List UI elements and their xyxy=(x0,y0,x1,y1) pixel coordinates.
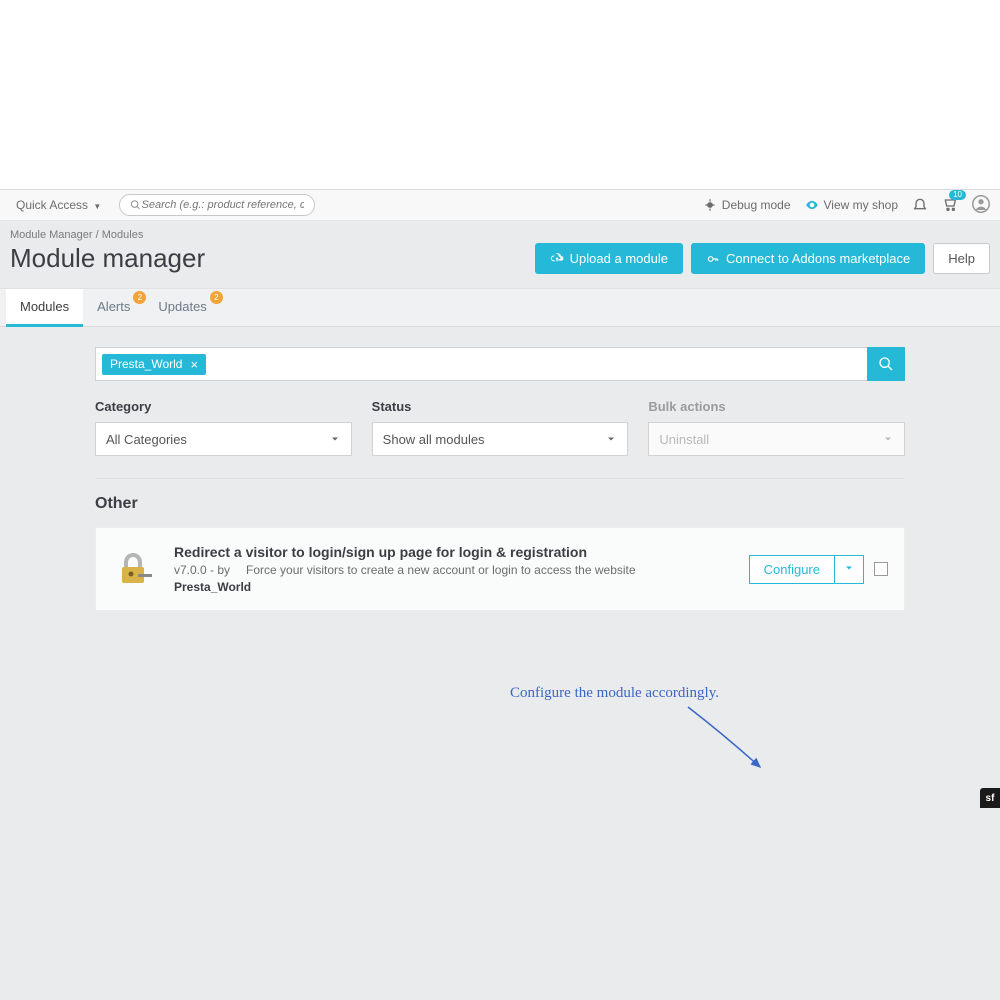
updates-count-badge: 2 xyxy=(210,291,223,304)
filter-category-label: Category xyxy=(95,399,352,414)
module-version: v7.0.0 - by xyxy=(174,563,230,577)
module-meta: v7.0.0 - by Force your visitors to creat… xyxy=(174,563,749,577)
bell-icon xyxy=(912,196,928,212)
app-window: Quick Access ▼ Debug mode View my shop 1… xyxy=(0,189,1000,1000)
eye-icon xyxy=(805,198,819,212)
global-search[interactable] xyxy=(119,194,315,216)
annotation-arrow-icon xyxy=(668,699,778,779)
module-search-button[interactable] xyxy=(867,347,905,381)
separator xyxy=(95,478,905,479)
module-description: Force your visitors to create a new acco… xyxy=(246,563,636,577)
category-select[interactable]: All Categories xyxy=(95,422,352,456)
quick-access-menu[interactable]: Quick Access ▼ xyxy=(10,198,107,212)
page-title: Module manager xyxy=(10,243,205,274)
notifications-button[interactable] xyxy=(912,196,928,215)
cart-button[interactable]: 10 xyxy=(942,196,958,215)
title-actions: Upload a module Connect to Addons market… xyxy=(535,243,990,274)
help-label: Help xyxy=(948,251,975,266)
chip-remove-icon[interactable]: × xyxy=(190,357,198,372)
tab-modules-label: Modules xyxy=(20,299,69,314)
debug-mode-label: Debug mode xyxy=(722,198,791,212)
addons-label: Connect to Addons marketplace xyxy=(726,251,910,266)
configure-label: Configure xyxy=(764,562,820,577)
lock-icon xyxy=(114,549,154,589)
quick-access-label: Quick Access xyxy=(16,198,88,212)
bulk-value: Uninstall xyxy=(659,432,709,447)
module-select-checkbox[interactable] xyxy=(874,562,888,576)
symfony-badge[interactable]: sf xyxy=(980,788,1000,808)
profile-button[interactable] xyxy=(972,195,990,216)
breadcrumb: Module Manager / Modules xyxy=(0,221,1000,243)
avatar-icon xyxy=(972,195,990,213)
tab-modules[interactable]: Modules xyxy=(6,289,83,327)
bug-icon xyxy=(703,198,717,212)
topbar: Quick Access ▼ Debug mode View my shop 1… xyxy=(0,189,1000,221)
chevron-down-icon xyxy=(843,562,855,574)
chevron-down-icon xyxy=(882,433,894,445)
category-value: All Categories xyxy=(106,432,187,447)
global-search-input[interactable] xyxy=(142,199,305,211)
filter-bulk-label: Bulk actions xyxy=(648,399,905,414)
tab-alerts-label: Alerts xyxy=(97,299,130,314)
filter-category: Category All Categories xyxy=(95,399,352,456)
section-title: Other xyxy=(95,495,905,513)
filter-status: Status Show all modules xyxy=(372,399,629,456)
annotation-text: Configure the module accordingly. xyxy=(510,685,719,702)
tab-alerts[interactable]: Alerts 2 xyxy=(83,289,144,326)
breadcrumb-a[interactable]: Module Manager xyxy=(10,229,93,241)
search-icon xyxy=(878,356,894,372)
search-icon xyxy=(130,199,141,211)
cloud-upload-icon xyxy=(550,252,564,266)
configure-dropdown-button[interactable] xyxy=(835,555,864,584)
tab-updates[interactable]: Updates 2 xyxy=(144,289,220,326)
module-card: Redirect a visitor to login/sign up page… xyxy=(95,527,905,611)
search-chip-label: Presta_World xyxy=(110,357,182,371)
chevron-down-icon xyxy=(605,433,617,445)
cart-badge: 10 xyxy=(949,190,966,200)
main-content: Presta_World × Category All Categories S… xyxy=(0,327,1000,611)
configure-button-group: Configure xyxy=(749,555,864,584)
module-title: Redirect a visitor to login/sign up page… xyxy=(174,544,749,560)
upload-label: Upload a module xyxy=(570,251,668,266)
key-icon xyxy=(706,252,720,266)
title-row: Module manager Upload a module Connect t… xyxy=(0,243,1000,288)
breadcrumb-b[interactable]: Modules xyxy=(102,229,144,241)
tabs: Modules Alerts 2 Updates 2 xyxy=(0,288,1000,327)
help-button[interactable]: Help xyxy=(933,243,990,274)
module-search-row: Presta_World × xyxy=(95,347,905,381)
debug-mode-link[interactable]: Debug mode xyxy=(703,198,791,212)
module-body: Redirect a visitor to login/sign up page… xyxy=(174,544,749,594)
connect-addons-button[interactable]: Connect to Addons marketplace xyxy=(691,243,925,274)
topbar-right: Debug mode View my shop 10 xyxy=(703,195,990,216)
filters: Category All Categories Status Show all … xyxy=(95,399,905,456)
caret-down-icon: ▼ xyxy=(93,202,101,211)
status-value: Show all modules xyxy=(383,432,485,447)
configure-button[interactable]: Configure xyxy=(749,555,835,584)
module-actions: Configure xyxy=(749,555,888,584)
module-icon xyxy=(112,547,156,591)
view-shop-label: View my shop xyxy=(824,198,898,212)
filter-bulk: Bulk actions Uninstall xyxy=(648,399,905,456)
view-shop-link[interactable]: View my shop xyxy=(805,198,898,212)
module-search-field[interactable]: Presta_World × xyxy=(95,347,867,381)
chevron-down-icon xyxy=(329,433,341,445)
upload-module-button[interactable]: Upload a module xyxy=(535,243,683,274)
filter-status-label: Status xyxy=(372,399,629,414)
search-chip: Presta_World × xyxy=(102,354,206,375)
bulk-select[interactable]: Uninstall xyxy=(648,422,905,456)
status-select[interactable]: Show all modules xyxy=(372,422,629,456)
tab-updates-label: Updates xyxy=(158,299,206,314)
module-author: Presta_World xyxy=(174,580,749,594)
